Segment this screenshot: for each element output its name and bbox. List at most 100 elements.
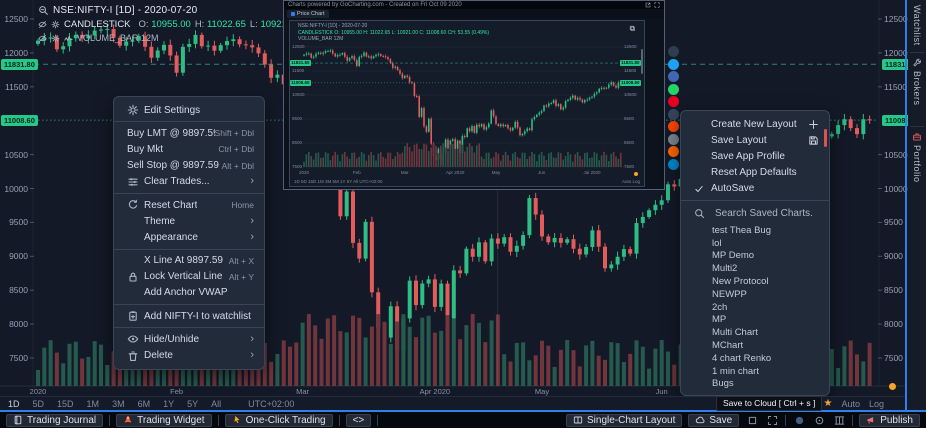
menu-item-autosave[interactable]: AutoSave [681,181,829,197]
price-tick-label: 8500 [884,286,903,295]
social-share-icon-6[interactable] [668,109,679,120]
menu-item-label: Reset Chart [144,200,197,211]
external-link-icon[interactable] [645,1,651,9]
saved-chart-item[interactable]: lol [681,237,829,250]
list-icon [912,0,922,2]
price-tick-label: 11500 [884,83,907,92]
timeframe-15d[interactable]: 15D [57,399,74,409]
browser-button[interactable] [791,414,807,427]
save-button[interactable]: Save [688,414,739,427]
sidebar-tab-portfolio[interactable]: Portfolio [908,132,926,183]
menu-item-reset-chart[interactable]: Reset ChartHome [114,197,264,213]
saved-chart-item[interactable]: MP [681,314,829,327]
study-settings-icon[interactable] [51,20,60,29]
menu-item-buy-mkt[interactable]: Buy MktCtrl + Dbl [114,141,264,157]
social-share-icon-3[interactable] [668,71,679,82]
social-share-icon-8[interactable] [668,134,679,145]
preview-price-label: 11500 [292,69,304,74]
right-price-axis[interactable]: 1250012000115001050010000950090008500800… [880,0,906,396]
zoom-out-icon[interactable] [38,5,49,16]
saved-chart-item[interactable]: test Thea Bug [681,224,829,237]
fullscreen-button[interactable] [764,414,780,427]
scroll-to-latest-dot[interactable] [889,383,896,390]
timezone-label[interactable]: UTC+02:00 [248,399,294,409]
divider [681,200,829,201]
sidebar-tab-watchlist[interactable]: Watchlist [908,0,926,46]
menu-item-lock-vertical-line[interactable]: Lock Vertical LineAlt + Y [114,269,264,285]
social-share-icon-2[interactable] [668,59,679,70]
saved-chart-item[interactable]: MP Demo [681,250,829,263]
sidebar-tab-brokers[interactable]: Brokers [908,58,926,106]
publish-button-label: Publish [880,415,913,426]
menu-scrollbar-thumb[interactable] [824,129,827,147]
saved-chart-item[interactable]: Bugs [681,378,829,391]
menu-item-edit-settings[interactable]: Edit Settings [114,102,264,118]
trading-journal-button[interactable]: Trading Journal [6,414,103,427]
menu-item-create-new-layout[interactable]: Create New Layout [681,116,829,132]
timeframe-5d[interactable]: 5D [33,399,45,409]
right-sidebar-tabs: Watchlist Brokers Portfolio [908,0,926,410]
single-chart-layout-button[interactable]: Single-Chart Layout [566,414,682,427]
timeframe-1d[interactable]: 1D [8,399,20,409]
preview-price-label: 10500 [292,93,305,98]
saved-chart-item[interactable]: 2ch [681,301,829,314]
target-icon [814,415,825,426]
menu-item-save-app-profile[interactable]: Save App Profile [681,148,829,164]
saved-chart-item[interactable]: 4 chart Renko [681,352,829,365]
menu-item-theme[interactable]: Theme› [114,213,264,229]
crosshair-button[interactable] [811,414,827,427]
auto-scale-label[interactable]: Auto [841,399,860,409]
preview-time-label: Mar [401,170,409,175]
saved-chart-item[interactable]: NEWPP [681,288,829,301]
copy-icon[interactable] [629,25,636,32]
timeframe-1m[interactable]: 1M [87,399,100,409]
one-click-trading-button[interactable]: One-Click Trading [225,414,333,427]
menu-item-delete[interactable]: Delete› [114,347,264,363]
social-share-icon-10[interactable] [668,159,679,170]
hide-study-icon[interactable] [38,20,47,29]
social-share-icon-9[interactable] [668,146,679,157]
saved-chart-item[interactable]: Multi Chart [681,326,829,339]
favorites-star-icon[interactable]: ★ [823,399,832,409]
social-share-icon-1[interactable] [668,46,679,57]
fullscreen-icon[interactable] [654,1,660,9]
left-price-axis[interactable]: 1250012000115001050010000950090008500800… [0,0,33,396]
menu-item-x-line-at-9897-59[interactable]: X Line At 9897.59Alt + X [114,253,264,269]
menu-item-add-anchor-vwap[interactable]: Add Anchor VWAP [114,285,264,301]
menu-item-clear-trades[interactable]: Clear Trades...› [114,174,264,190]
menu-item-buy-lmt-9897-59[interactable]: Buy LMT @ 9897.59Shift + Dbl [114,125,264,141]
menu-item-save-layout[interactable]: Save Layout [681,132,829,148]
clipboard-plus-icon [127,310,144,322]
timeframe-all[interactable]: All [211,399,221,409]
timeframe-1y[interactable]: 1Y [163,399,174,409]
menu-item-reset-app-defaults[interactable]: Reset App Defaults [681,165,829,181]
timeframe-6m[interactable]: 6M [138,399,151,409]
menu-item-add-nifty-i-to-watchlist[interactable]: Add NIFTY-I to watchlist [114,308,264,324]
search-input[interactable] [713,207,823,220]
hide-volume-icon[interactable] [38,34,47,43]
saved-chart-item[interactable]: MChart [681,339,829,352]
saved-chart-item[interactable]: Multi2 [681,262,829,275]
preview-tab[interactable]: Price Chart [287,10,329,18]
volume-settings-icon[interactable] [51,34,60,43]
timeframe-3m[interactable]: 3M [112,399,125,409]
log-scale-label[interactable]: Log [869,399,884,409]
menu-item-appearance[interactable]: Appearance› [114,229,264,245]
saved-chart-item[interactable]: 1 min chart [681,365,829,378]
social-share-icon-7[interactable] [668,121,679,132]
sidebar-tab-label: Brokers [912,71,922,106]
preview-scrollbar[interactable] [641,49,643,74]
price-badge: 11008.60 [1,115,38,126]
social-share-icon-4[interactable] [668,84,679,95]
social-share-icon-5[interactable] [668,96,679,107]
menu-item-sell-stop-9897-59[interactable]: Sell Stop @ 9897.59Alt + Dbl [114,158,264,174]
publish-button[interactable]: Publish [859,414,920,427]
screenshot-button[interactable] [744,414,760,427]
market-depth-button[interactable] [831,414,847,427]
-button[interactable]: <> [346,414,372,427]
saved-chart-item[interactable]: New Protocol [681,275,829,288]
menu-item-hide-unhide[interactable]: Hide/Unhide› [114,331,264,347]
layout-menu: Create New LayoutSave LayoutSave App Pro… [680,110,830,396]
trading-widget-button[interactable]: Trading Widget [116,414,211,427]
timeframe-5y[interactable]: 5Y [187,399,198,409]
